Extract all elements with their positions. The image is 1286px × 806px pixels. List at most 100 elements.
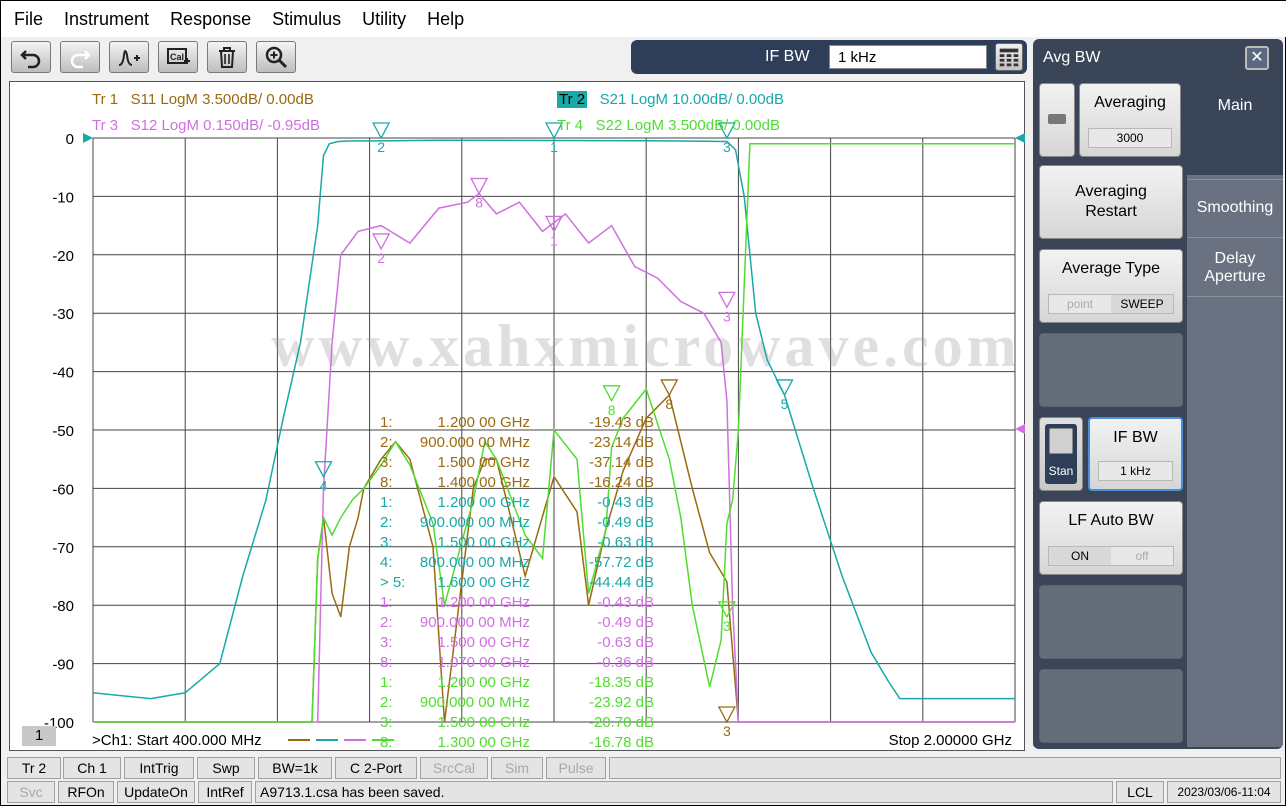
measurement-window[interactable]: www.xahxmicrowave.com 0 -10 -20 -30 -40 -50 -6…: [9, 81, 1025, 751]
if-bw-entry-field[interactable]: 1 kHz: [829, 45, 987, 69]
averaging-button[interactable]: Averaging 3000: [1079, 83, 1181, 157]
marker-label: 5: [781, 396, 789, 412]
status-trigger[interactable]: IntTrig: [124, 757, 194, 779]
marker-readout-value: -0.49 dB: [597, 514, 654, 531]
keypad-button[interactable]: [995, 43, 1023, 71]
if-bw-value-field[interactable]: 1 kHz: [1098, 461, 1173, 481]
menu-stimulus[interactable]: Stimulus: [264, 9, 349, 30]
marker-triangle[interactable]: [372, 122, 391, 140]
marker-label: 3: [723, 618, 731, 634]
reference-level-arrow-right[interactable]: [1015, 133, 1025, 143]
svg-text:Cal: Cal: [170, 52, 184, 62]
channel-number-box[interactable]: 1: [22, 726, 56, 746]
calibration-button[interactable]: Cal: [158, 41, 198, 73]
average-type-button[interactable]: Average Type point SWEEP: [1039, 249, 1183, 323]
keypad-icon: [999, 48, 1019, 67]
y-tick-label: -70: [52, 540, 74, 557]
status-local[interactable]: LCL: [1116, 781, 1164, 803]
tab-main[interactable]: Main: [1187, 79, 1283, 175]
lf-auto-bw-on[interactable]: ON: [1049, 547, 1111, 565]
averaging-toggle-button[interactable]: [1039, 83, 1075, 157]
menu-utility[interactable]: Utility: [354, 9, 414, 30]
marker-triangle[interactable]: [314, 461, 333, 479]
average-type-selector[interactable]: point SWEEP: [1048, 294, 1174, 314]
marker-readout-frequency: 900.000 00 MHz: [420, 514, 530, 531]
y-tick-label: -90: [52, 657, 74, 674]
if-bw-entry-label: IF BW: [765, 48, 810, 65]
tab-smoothing[interactable]: Smoothing: [1187, 179, 1283, 235]
lf-auto-bw-button[interactable]: LF Auto BW ON off: [1039, 501, 1183, 575]
stop-frequency-label[interactable]: Stop 2.00000 GHz: [889, 732, 1012, 749]
y-tick-label: -40: [52, 365, 74, 382]
marker-readout-value: -23.14 dB: [589, 434, 654, 451]
redo-button[interactable]: [60, 41, 100, 73]
y-tick-label: -60: [52, 481, 74, 498]
if-bw-button[interactable]: IF BW 1 kHz: [1088, 417, 1183, 491]
if-bw-entry-bar: IF BW 1 kHz: [631, 40, 1027, 74]
menu-file[interactable]: File: [6, 9, 51, 30]
marker-triangle[interactable]: [602, 385, 621, 403]
marker-readout-frequency: 1.500 00 GHz: [437, 454, 530, 471]
close-panel-button[interactable]: ✕: [1245, 46, 1269, 70]
marker-triangle[interactable]: [660, 379, 679, 397]
reference-level-arrow-left[interactable]: [83, 133, 93, 143]
menu-help[interactable]: Help: [419, 9, 472, 30]
status-bar-row-2: Svc RFOn UpdateOn IntRef A9713.1.csa has…: [1, 781, 1286, 805]
status-service: Svc: [7, 781, 55, 803]
marker-label: 3: [723, 723, 731, 739]
if-bw-standard-toggle[interactable]: Stan: [1039, 417, 1083, 491]
marker-readout-frequency: 1.600 00 GHz: [437, 574, 530, 591]
average-type-point[interactable]: point: [1049, 295, 1111, 313]
status-active-channel[interactable]: Ch 1: [63, 757, 121, 779]
status-reference[interactable]: IntRef: [198, 781, 252, 803]
status-datetime: 2023/03/06-11:04: [1167, 781, 1281, 803]
marker-readout-number: 4:: [380, 554, 393, 571]
marker-triangle[interactable]: [470, 177, 489, 195]
marker-readout-frequency: 1.500 00 GHz: [437, 534, 530, 551]
calibration-icon: Cal: [167, 48, 190, 64]
delete-button[interactable]: [207, 41, 247, 73]
menu-response[interactable]: Response: [162, 9, 259, 30]
averaging-label: Averaging: [1094, 94, 1166, 111]
zoom-button[interactable]: [256, 41, 296, 73]
trace-header-tr4[interactable]: Tr 4 S22 LogM 3.500dB/ 0.00dB: [557, 117, 780, 134]
trace-header-tr1[interactable]: Tr 1 S11 LogM 3.500dB/ 0.00dB: [92, 91, 314, 108]
status-active-trace[interactable]: Tr 2: [7, 757, 61, 779]
average-type-sweep[interactable]: SWEEP: [1111, 295, 1173, 313]
marker-readout-number: 1:: [380, 414, 393, 431]
trace-header-tr3[interactable]: Tr 3 S12 LogM 0.150dB/ -0.95dB: [92, 117, 320, 134]
status-update[interactable]: UpdateOn: [117, 781, 195, 803]
empty-softkey-3: [1039, 669, 1183, 743]
tab-delay-aperture[interactable]: Delay Aperture: [1187, 237, 1283, 297]
marker-readout-value: -0.63 dB: [597, 534, 654, 551]
trace-id-tr1: Tr 1: [92, 91, 119, 108]
softkey-column: Averaging 3000 Averaging Restart Average…: [1033, 79, 1187, 747]
marker-triangle[interactable]: [717, 706, 736, 724]
marker-triangle[interactable]: [372, 233, 391, 251]
status-bandwidth[interactable]: BW=1k: [258, 757, 332, 779]
marker-readout-frequency: 900.000 00 MHz: [420, 694, 530, 711]
menu-instrument[interactable]: Instrument: [56, 9, 157, 30]
status-rf-power[interactable]: RFOn: [58, 781, 114, 803]
start-frequency-label[interactable]: >Ch1: Start 400.000 MHz: [92, 732, 262, 749]
averaging-restart-button[interactable]: Averaging Restart: [1039, 165, 1183, 239]
marker-readout-frequency: 1.200 00 GHz: [437, 674, 530, 691]
undo-button[interactable]: [11, 41, 51, 73]
marker-readout-number: 2:: [380, 514, 393, 531]
reference-level-arrow-tr3[interactable]: [1015, 424, 1025, 434]
status-bar-row-1: Tr 2 Ch 1 IntTrig Swp BW=1k C 2-Port Src…: [1, 757, 1286, 781]
marker-label: 2: [377, 139, 385, 155]
trace-header-tr2[interactable]: Tr 2 S21 LogM 10.00dB/ 0.00dB: [557, 91, 784, 108]
lf-auto-bw-selector[interactable]: ON off: [1048, 546, 1174, 566]
averaging-count-field[interactable]: 3000: [1088, 128, 1172, 148]
y-tick-label: -10: [52, 189, 74, 206]
trash-icon: [219, 47, 235, 68]
marker-readout-value: -57.72 dB: [589, 554, 654, 571]
lf-auto-bw-off[interactable]: off: [1111, 547, 1173, 565]
status-sweep[interactable]: Swp: [197, 757, 255, 779]
marker-readout-number: 2:: [380, 694, 393, 711]
marker-triangle[interactable]: [717, 291, 736, 309]
status-calibration[interactable]: C 2-Port: [335, 757, 417, 779]
marker-label: 1: [550, 232, 558, 248]
marker-add-button[interactable]: [109, 41, 149, 73]
